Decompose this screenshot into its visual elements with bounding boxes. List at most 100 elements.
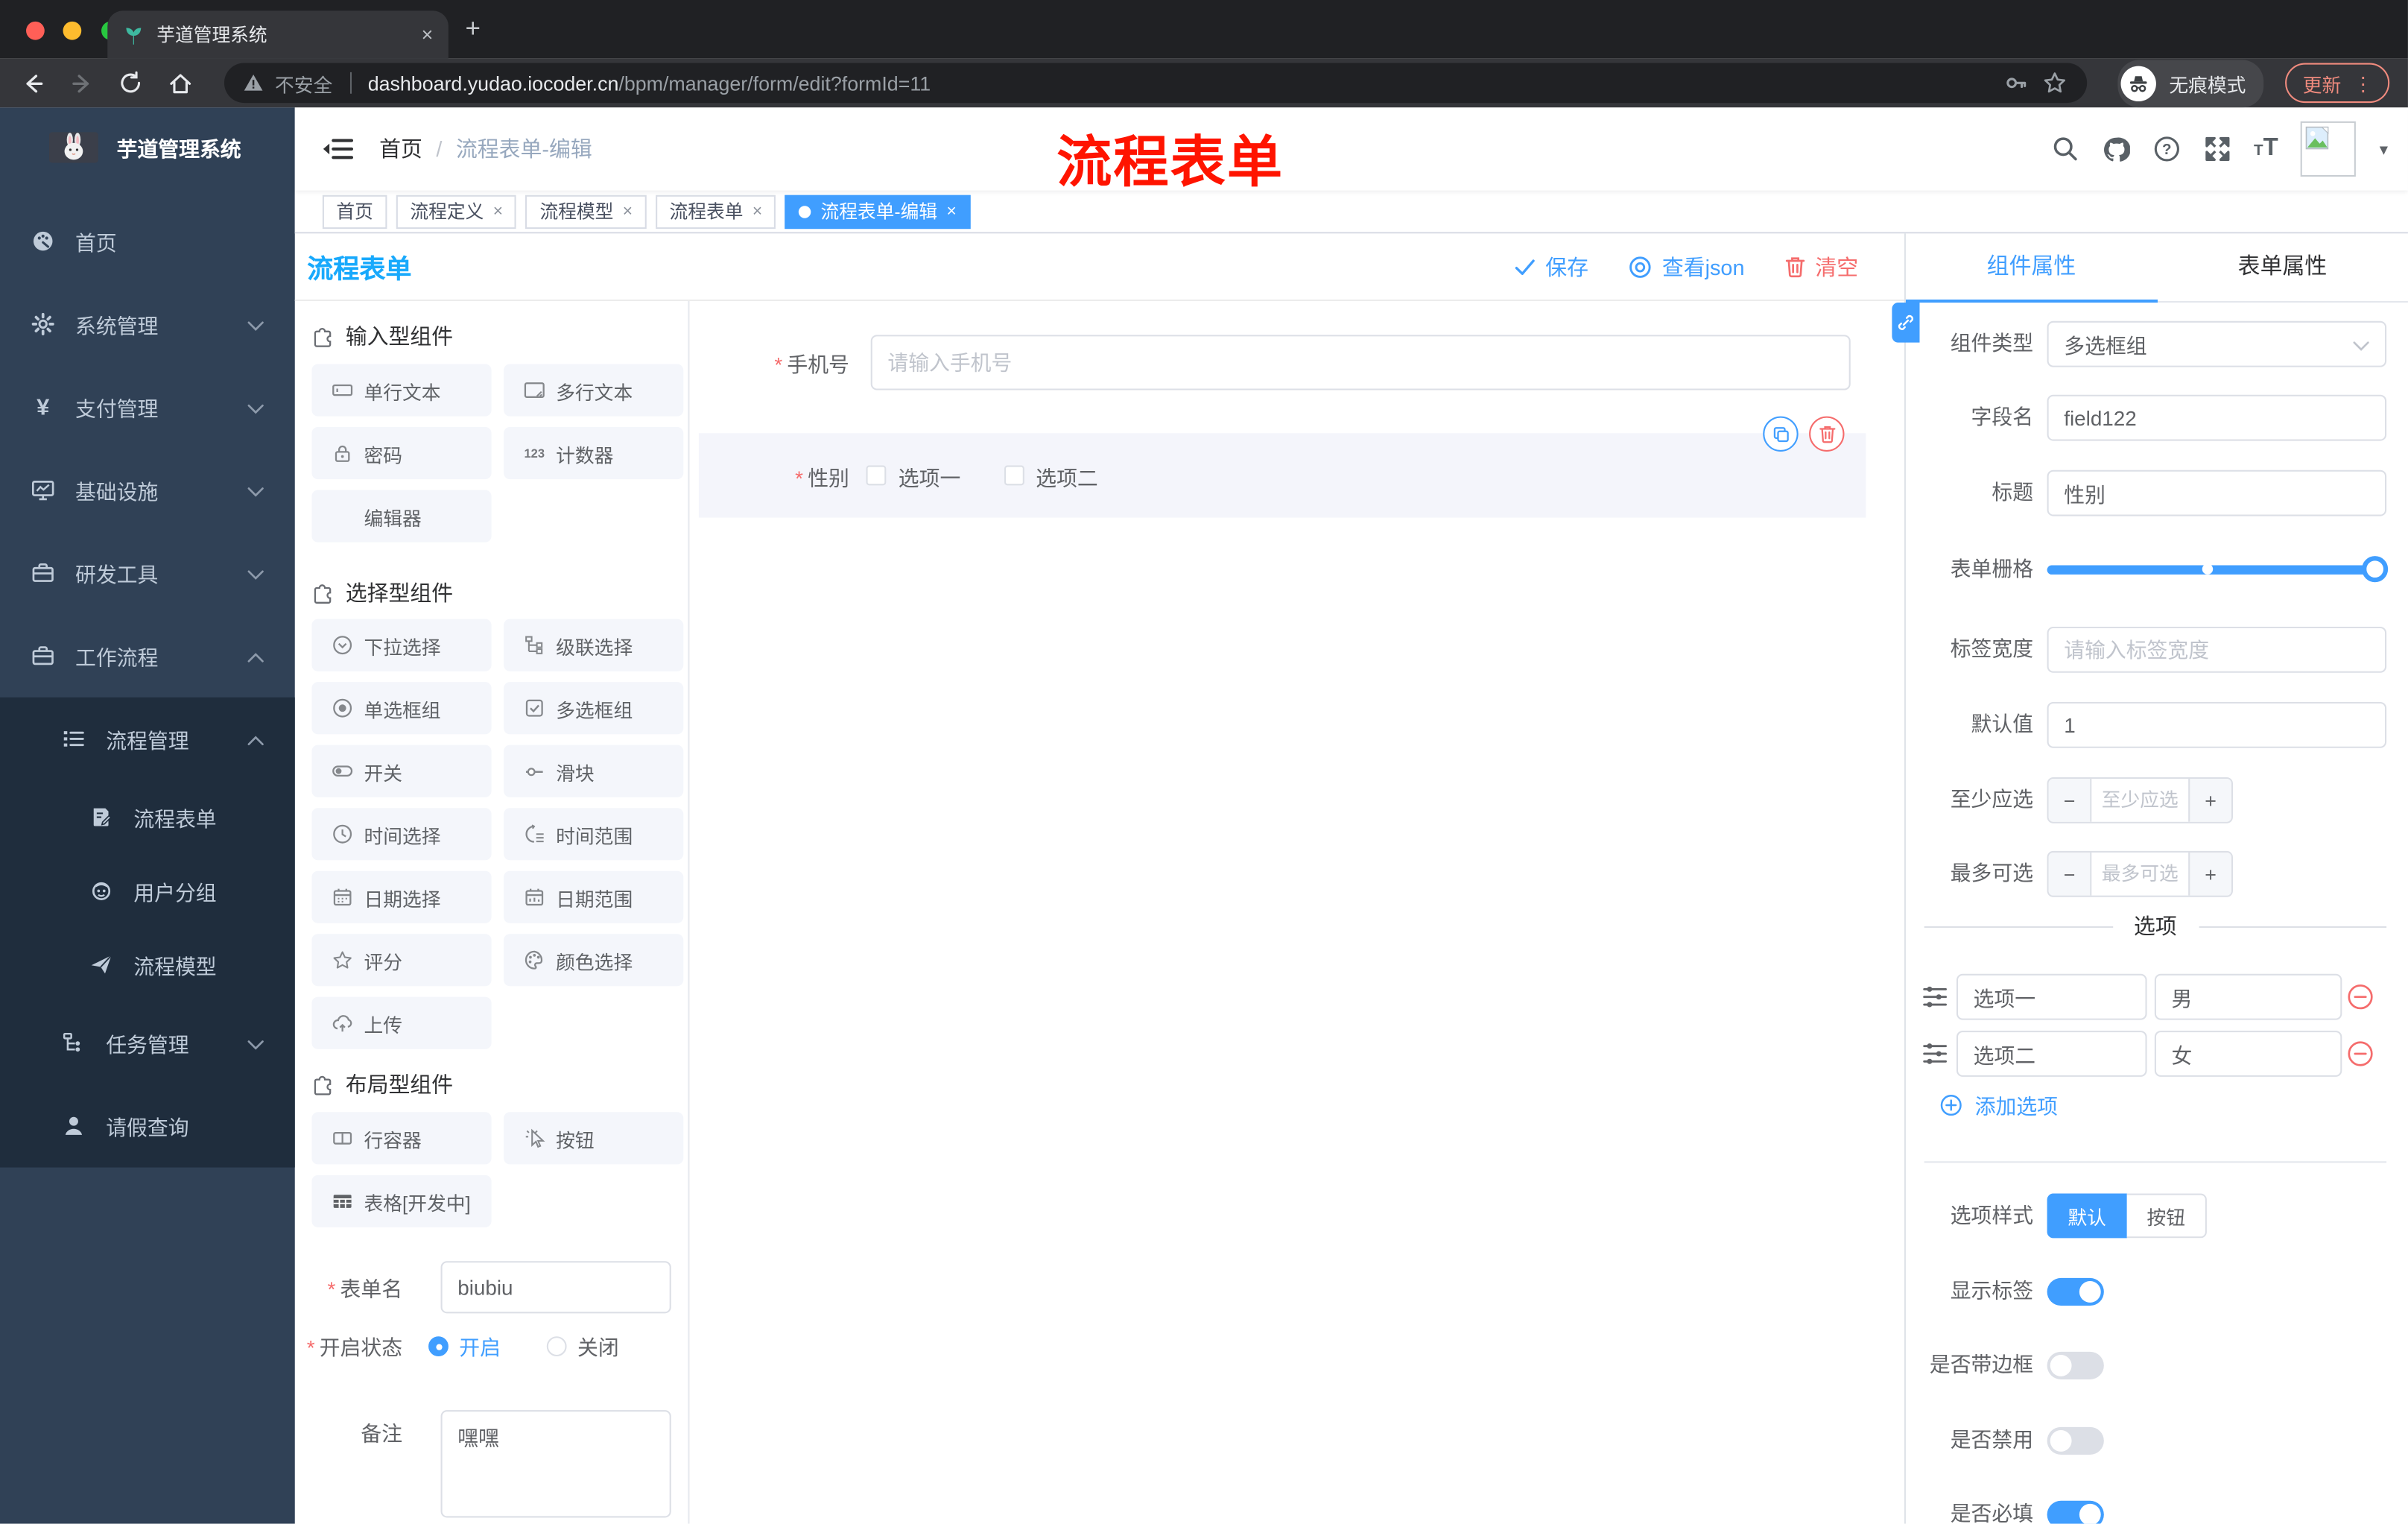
max-select-input[interactable]: [2091, 852, 2189, 896]
tab-component-props[interactable]: 组件属性: [1906, 233, 2157, 301]
tag-close-icon[interactable]: ×: [493, 202, 503, 221]
home-icon[interactable]: [166, 69, 194, 97]
tag-process-form[interactable]: 流程表单 ×: [655, 194, 776, 229]
drag-handle-icon[interactable]: [1921, 983, 1949, 1018]
phone-input[interactable]: [870, 335, 1851, 391]
tag-process-form-edit[interactable]: 流程表单-编辑 ×: [785, 194, 971, 229]
avatar[interactable]: [2301, 121, 2357, 177]
component-type-select[interactable]: 多选框组: [2047, 320, 2387, 367]
delete-component-button[interactable]: [1809, 416, 1845, 452]
sidebar-item-process-model[interactable]: 流程模型: [0, 928, 295, 1002]
sidebar-item-user-group[interactable]: 用户分组: [0, 854, 295, 928]
search-icon[interactable]: [2051, 135, 2079, 162]
help-icon[interactable]: ?: [2152, 135, 2180, 162]
sidebar-fold-icon[interactable]: [323, 133, 354, 164]
show-label-switch[interactable]: [2047, 1277, 2104, 1306]
required-switch[interactable]: [2047, 1500, 2104, 1524]
radio-status-on[interactable]: 开启: [428, 1330, 501, 1361]
form-canvas[interactable]: *手机号 *性别 选项一: [689, 300, 1904, 1524]
chip-rate[interactable]: 评分: [311, 934, 492, 987]
tag-close-icon[interactable]: ×: [946, 202, 956, 221]
style-default-button[interactable]: 默认: [2047, 1193, 2127, 1239]
sidebar-item-task-management[interactable]: 任务管理: [0, 1002, 295, 1084]
avatar-caret-icon[interactable]: ▾: [2380, 139, 2388, 159]
grid-slider[interactable]: [2047, 556, 2389, 583]
chip-time-picker[interactable]: 时间选择: [311, 808, 492, 861]
chip-date-range[interactable]: 日期范围: [504, 870, 684, 923]
new-tab-button[interactable]: +: [466, 14, 481, 45]
add-option-button[interactable]: 添加选项: [1939, 1089, 2058, 1119]
sidebar-item-process-management[interactable]: 流程管理: [0, 698, 295, 780]
forward-icon[interactable]: [68, 69, 95, 97]
sidebar-item-workflow[interactable]: 工作流程: [0, 614, 295, 697]
field-name-input[interactable]: [2047, 394, 2387, 441]
tab-close-icon[interactable]: ×: [422, 23, 434, 46]
checkbox-option-1[interactable]: 选项一: [866, 460, 960, 490]
address-bar[interactable]: 不安全 dashboard.yudao.iocoder.cn/bpm/manag…: [224, 63, 2088, 104]
browser-menu-icon[interactable]: ⋮: [2354, 72, 2373, 95]
option-value-input[interactable]: [2154, 1031, 2342, 1077]
fullscreen-icon[interactable]: [2203, 135, 2231, 162]
url-text[interactable]: dashboard.yudao.iocoder.cn/bpm/manager/f…: [368, 72, 931, 95]
remove-option-icon[interactable]: [2347, 1040, 2374, 1075]
field-gender-selected[interactable]: * 性别 选项一 选项二: [698, 416, 1866, 518]
radio-status-off[interactable]: 关闭: [546, 1330, 619, 1361]
tag-home[interactable]: 首页: [322, 194, 387, 229]
tab-form-props[interactable]: 表单属性: [2157, 233, 2408, 301]
option-value-input[interactable]: [2154, 973, 2342, 1020]
increase-button[interactable]: +: [2188, 779, 2231, 822]
security-label[interactable]: 不安全: [275, 69, 332, 98]
chip-time-range[interactable]: 时间范围: [504, 808, 684, 861]
update-button[interactable]: 更新 ⋮: [2286, 63, 2390, 104]
reload-icon[interactable]: [117, 69, 145, 97]
sidebar-item-process-form[interactable]: 流程表单: [0, 780, 295, 854]
decrease-button[interactable]: −: [2048, 852, 2092, 896]
chip-select[interactable]: 下拉选择: [311, 619, 492, 671]
sidebar-item-payment[interactable]: ¥ 支付管理: [0, 366, 295, 449]
font-size-icon[interactable]: TT: [2254, 135, 2278, 162]
chip-single-line-text[interactable]: 单行文本: [311, 364, 492, 417]
decrease-button[interactable]: −: [2048, 779, 2092, 822]
chip-password[interactable]: 密码: [311, 427, 492, 480]
panel-collapse-handle[interactable]: [1892, 303, 1920, 343]
copy-component-button[interactable]: [1763, 416, 1799, 452]
sidebar-item-infrastructure[interactable]: 基础设施: [0, 449, 295, 531]
title-input[interactable]: [2047, 469, 2387, 516]
sidebar-logo[interactable]: 芋道管理系统: [0, 107, 295, 175]
chip-switch[interactable]: 开关: [311, 744, 492, 797]
disabled-switch[interactable]: [2047, 1426, 2104, 1455]
sidebar-item-home[interactable]: 首页: [0, 200, 295, 282]
form-name-input[interactable]: [440, 1261, 671, 1314]
tag-close-icon[interactable]: ×: [623, 202, 633, 221]
chip-color-picker[interactable]: 颜色选择: [504, 934, 684, 987]
option-label-input[interactable]: [1956, 1031, 2147, 1077]
chip-radio-group[interactable]: 单选框组: [311, 682, 492, 735]
checkbox-icon[interactable]: [866, 465, 887, 486]
style-button-button[interactable]: 按钮: [2126, 1193, 2207, 1239]
clear-button[interactable]: 清空: [1784, 251, 1858, 282]
chip-row-container[interactable]: 行容器: [311, 1112, 492, 1165]
chip-cascader[interactable]: 级联选择: [504, 619, 684, 671]
view-json-button[interactable]: 查看json: [1629, 251, 1745, 282]
sidebar-item-devtools[interactable]: 研发工具: [0, 531, 295, 614]
default-value-input[interactable]: [2047, 701, 2387, 748]
chip-counter[interactable]: 123 计数器: [504, 427, 684, 480]
breadcrumb-home[interactable]: 首页: [379, 133, 422, 164]
drag-handle-icon[interactable]: [1921, 1040, 1949, 1075]
remove-option-icon[interactable]: [2347, 983, 2374, 1018]
border-switch[interactable]: [2047, 1351, 2104, 1379]
minimize-window-button[interactable]: [63, 21, 83, 40]
browser-tab[interactable]: 芋道管理系统 ×: [107, 10, 449, 59]
back-icon[interactable]: [19, 69, 46, 97]
option-label-input[interactable]: [1956, 973, 2147, 1020]
field-phone[interactable]: * 手机号: [689, 335, 1904, 391]
slider-handle[interactable]: [2362, 556, 2389, 583]
sidebar-item-leave-query[interactable]: 请假查询: [0, 1084, 295, 1167]
close-window-button[interactable]: [26, 21, 45, 40]
tag-close-icon[interactable]: ×: [752, 202, 762, 221]
chip-multi-line-text[interactable]: 多行文本: [504, 364, 684, 417]
form-remark-textarea[interactable]: 嘿嘿: [440, 1410, 671, 1518]
label-width-input[interactable]: [2047, 626, 2387, 673]
chip-date-picker[interactable]: 日期选择: [311, 870, 492, 923]
chip-slider[interactable]: 滑块: [504, 744, 684, 797]
